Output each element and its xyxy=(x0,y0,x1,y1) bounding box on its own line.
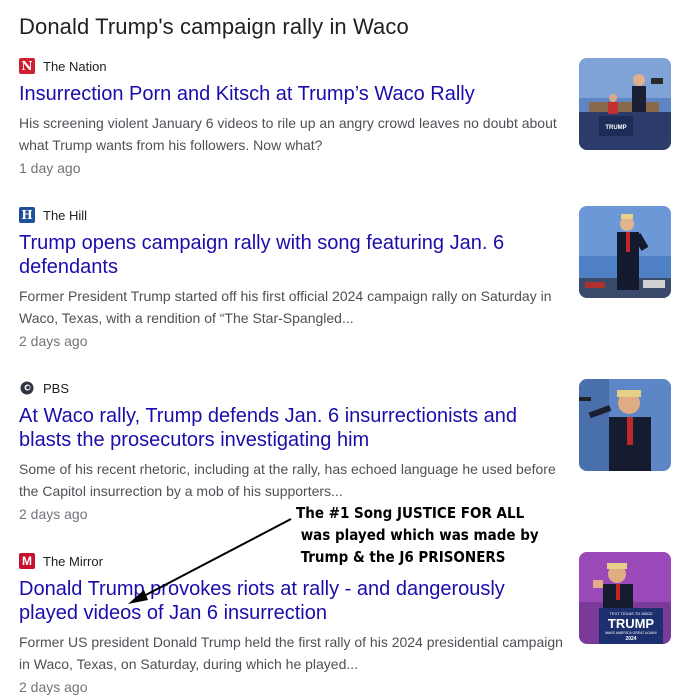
annotation-text: The #1 Song JUSTICE FOR ALL was played w… xyxy=(296,504,539,566)
the-hill-logo-icon: H xyxy=(19,207,35,223)
trump-podium-photo-icon: TEXT TEXAS TO 88022 TRUMP MAKE AMERICA G… xyxy=(579,552,671,644)
source-name: PBS xyxy=(43,380,70,396)
the-mirror-logo-icon: M xyxy=(19,553,35,569)
source-name: The Nation xyxy=(43,58,107,74)
source-name: The Hill xyxy=(43,207,88,223)
pbs-head-icon xyxy=(20,381,34,395)
trump-saluting-photo-icon xyxy=(579,206,671,298)
article-age: 2 days ago xyxy=(19,679,88,695)
article-title-link[interactable]: At Waco rally, Trump defends Jan. 6 insu… xyxy=(19,404,559,452)
article-title-link[interactable]: Donald Trump provokes riots at rally - a… xyxy=(19,577,559,625)
rally-stage-photo-icon: TRUMP xyxy=(579,58,671,150)
sign-year-text: 2024 xyxy=(625,636,636,642)
article-thumbnail[interactable]: TEXT TEXAS TO 88022 TRUMP MAKE AMERICA G… xyxy=(579,552,671,644)
article-snippet: His screening violent January 6 videos t… xyxy=(19,115,557,153)
the-nation-logo-icon: N xyxy=(19,58,35,74)
page-title: Donald Trump's campaign rally in Waco xyxy=(19,14,409,39)
article-age: 1 day ago xyxy=(19,160,81,176)
article-thumbnail[interactable]: TRUMP xyxy=(579,58,671,150)
article-snippet: Former US president Donald Trump held th… xyxy=(19,634,563,672)
source-name: The Mirror xyxy=(43,553,103,569)
article-snippet: Former President Trump started off his f… xyxy=(19,288,552,326)
sign-sub-text: MAKE AMERICA GREAT AGAIN! xyxy=(605,631,657,635)
article-title-link[interactable]: Trump opens campaign rally with song fea… xyxy=(19,231,559,279)
article-snippet: Some of his recent rhetoric, including a… xyxy=(19,461,556,499)
podium-text: TRUMP xyxy=(605,125,626,131)
pbs-logo-icon xyxy=(19,380,35,396)
sign-big-text: TRUMP xyxy=(608,616,655,631)
article-thumbnail[interactable] xyxy=(579,379,671,471)
article-title-link[interactable]: Insurrection Porn and Kitsch at Trump’s … xyxy=(19,82,559,106)
trump-speaking-photo-icon xyxy=(579,379,671,471)
article-thumbnail[interactable] xyxy=(579,206,671,298)
article-age: 2 days ago xyxy=(19,333,88,349)
